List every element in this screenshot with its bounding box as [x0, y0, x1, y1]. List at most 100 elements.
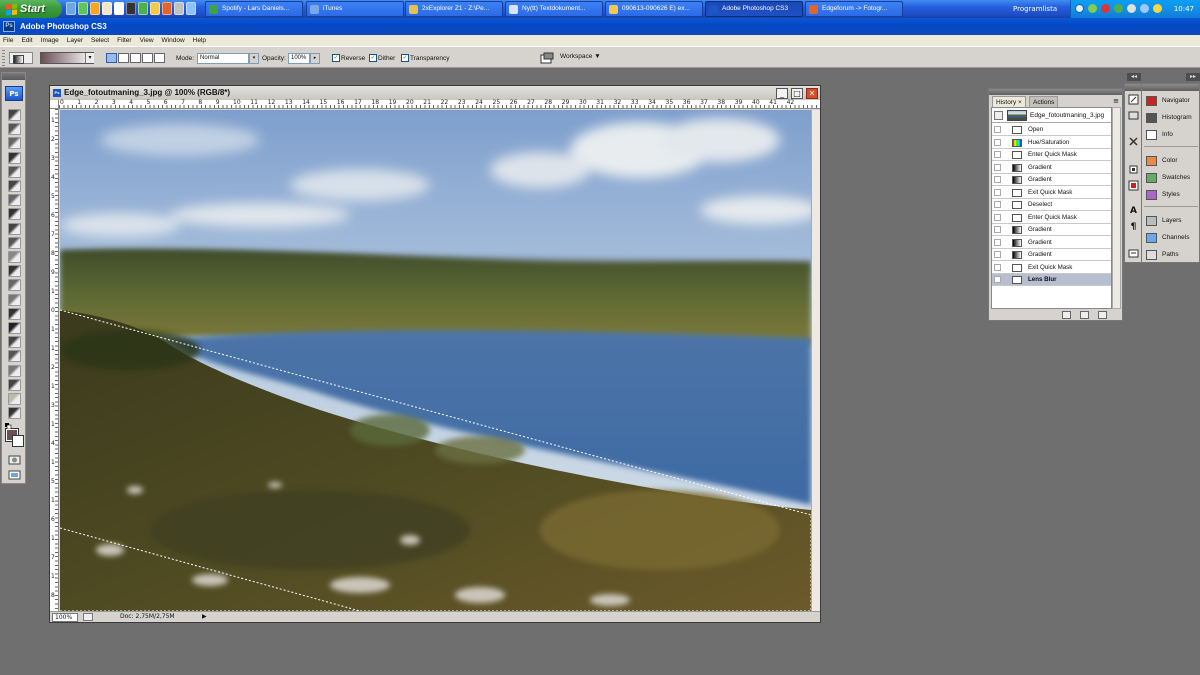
reflected-gradient-button[interactable]	[142, 53, 153, 63]
history-snapshot[interactable]: Edge_fotoutmaning_3.jpg	[992, 108, 1111, 123]
mode-select-arrow[interactable]: ▾	[249, 53, 259, 64]
history-brush-source-icon[interactable]	[994, 138, 1001, 146]
history-state[interactable]: Gradient	[992, 162, 1111, 174]
notes-tool-icon[interactable]	[8, 364, 21, 377]
messenger-icon[interactable]	[1114, 4, 1123, 13]
vertical-ruler[interactable]: 12345678910112131415161718	[50, 109, 59, 611]
menu-select[interactable]: Select	[91, 37, 109, 44]
collapse-tray-icon[interactable]	[1075, 4, 1084, 13]
panel-swatches[interactable]: Swatches	[1145, 171, 1199, 185]
menu-window[interactable]: Window	[162, 37, 185, 44]
panel-menu-icon[interactable]: ≡	[1113, 97, 1119, 105]
options-bar-grip[interactable]	[2, 50, 5, 66]
paragraph-panel-icon[interactable]: ¶	[1128, 222, 1139, 233]
zoom-tool-icon[interactable]	[8, 407, 21, 420]
delete-state-icon[interactable]	[1098, 311, 1107, 319]
panel-paths[interactable]: Paths	[1145, 248, 1199, 262]
history-brush-source-icon[interactable]	[994, 163, 1001, 171]
zoom-level-field[interactable]: 100%	[52, 613, 78, 622]
history-state[interactable]: Gradient	[992, 249, 1111, 261]
task-spotify[interactable]: Spotify - Lars Daniels...	[205, 1, 303, 17]
clone-stamp-tool-icon[interactable]	[8, 222, 21, 235]
blur-tool-icon[interactable]	[8, 279, 21, 292]
task-firefox[interactable]: Edgeforum -> Fotogr...	[805, 1, 903, 17]
dodge-tool-icon[interactable]	[8, 293, 21, 306]
history-state[interactable]: Lens Blur	[992, 274, 1111, 286]
workspace-button[interactable]: Workspace ▼	[560, 53, 601, 60]
tool-preset-picker[interactable]	[9, 52, 33, 64]
type-tool-icon[interactable]	[8, 322, 21, 334]
antivirus-icon[interactable]	[1101, 4, 1110, 13]
volume-icon[interactable]	[1127, 4, 1136, 13]
tab-history[interactable]: History ×	[992, 96, 1026, 107]
character-panel-icon[interactable]: A	[1128, 206, 1139, 217]
brushes-panel-icon[interactable]	[1128, 94, 1139, 105]
history-brush-source-icon[interactable]	[994, 176, 1001, 183]
panel-channels[interactable]: Channels	[1145, 231, 1199, 245]
photoshop-app-icon[interactable]: Ps	[3, 21, 15, 32]
status-menu-arrow-icon[interactable]: ▶	[202, 612, 207, 622]
start-button[interactable]: Start	[0, 0, 62, 18]
internet-icon[interactable]	[78, 2, 88, 15]
magic-wand-tool-icon[interactable]	[8, 151, 21, 164]
navigator-panel-icon[interactable]	[1128, 180, 1139, 191]
crop-tool-icon[interactable]	[8, 165, 21, 178]
radial-gradient-button[interactable]	[118, 53, 129, 63]
media-player-icon[interactable]	[90, 2, 100, 15]
move-tool-icon[interactable]	[8, 109, 21, 121]
history-brush-source-icon[interactable]	[994, 226, 1001, 233]
clock[interactable]: 10:47	[1174, 0, 1194, 18]
history-brush-source-icon[interactable]	[994, 126, 1001, 133]
history-state[interactable]: Open	[992, 124, 1111, 136]
history-brush-source-icon[interactable]	[994, 263, 1001, 271]
collapse-dock-button[interactable]: ◂◂	[1127, 73, 1141, 81]
history-brush-tool-icon[interactable]	[8, 236, 21, 249]
panel-layers[interactable]: Layers	[1145, 214, 1199, 228]
close-button[interactable]: ✕	[806, 88, 818, 99]
opacity-slider-arrow[interactable]: ▸	[310, 53, 320, 64]
tab-actions[interactable]: Actions	[1029, 96, 1059, 107]
shape-tool-icon[interactable]	[8, 350, 21, 363]
gradient-tool-icon[interactable]	[8, 265, 21, 278]
task-notepad[interactable]: Ny(tt) Textdokument...	[505, 1, 603, 17]
horizontal-ruler[interactable]: 0 1 2 3 4 5 6 7 8 9 10 11 12 13 14 15 16 17 18 19 20 21 22 23 24…	[59, 99, 820, 109]
history-state[interactable]: Gradient	[992, 174, 1111, 186]
expand-dock-button[interactable]: ▸▸	[1186, 73, 1200, 81]
lasso-tool-icon[interactable]	[8, 137, 21, 150]
menu-filter[interactable]: Filter	[117, 37, 131, 44]
history-brush-source-icon[interactable]	[994, 251, 1001, 258]
status-nav-icon[interactable]	[83, 613, 93, 621]
diamond-gradient-button[interactable]	[154, 53, 165, 63]
program-list-label[interactable]: Programlista	[1013, 0, 1057, 18]
history-brush-source-icon[interactable]	[994, 111, 1003, 120]
app-icon[interactable]	[186, 2, 196, 15]
pen-tool-icon[interactable]	[8, 307, 21, 320]
history-brush-source-icon[interactable]	[994, 151, 1001, 158]
update-icon[interactable]	[1153, 4, 1162, 13]
eyedropper-tool-icon[interactable]	[8, 378, 21, 391]
history-panel-header[interactable]	[989, 89, 1122, 95]
history-state[interactable]: Exit Quick Mask	[992, 187, 1111, 199]
brush-tool-icon[interactable]	[8, 208, 21, 221]
task-photoshop[interactable]: Adobe Photoshop CS3	[705, 1, 803, 17]
panel-color[interactable]: Color	[1145, 154, 1199, 168]
menu-help[interactable]: Help	[193, 37, 206, 44]
layer-comps-panel-icon[interactable]	[1128, 164, 1139, 175]
maximize-button[interactable]: □	[791, 88, 803, 99]
history-brush-source-icon[interactable]	[994, 188, 1001, 196]
panel-navigator[interactable]: Navigator	[1145, 94, 1199, 108]
palette-well-icon[interactable]	[540, 52, 554, 64]
email-icon[interactable]	[102, 2, 112, 15]
tool-presets-panel-icon[interactable]	[1128, 110, 1139, 121]
path-selection-tool-icon[interactable]	[8, 336, 21, 349]
terminal-icon[interactable]	[126, 2, 136, 15]
create-snapshot-icon[interactable]	[1080, 311, 1089, 319]
background-color-swatch[interactable]	[12, 435, 24, 447]
gradient-dropdown-arrow[interactable]: ▾	[85, 53, 94, 63]
toolbox-header[interactable]	[2, 73, 25, 80]
history-brush-source-icon[interactable]	[994, 276, 1001, 283]
history-state[interactable]: Gradient	[992, 237, 1111, 249]
slice-tool-icon[interactable]	[8, 180, 21, 192]
reverse-checkbox[interactable]: ✓	[332, 54, 340, 62]
actions-panel-icon[interactable]	[1128, 248, 1139, 259]
